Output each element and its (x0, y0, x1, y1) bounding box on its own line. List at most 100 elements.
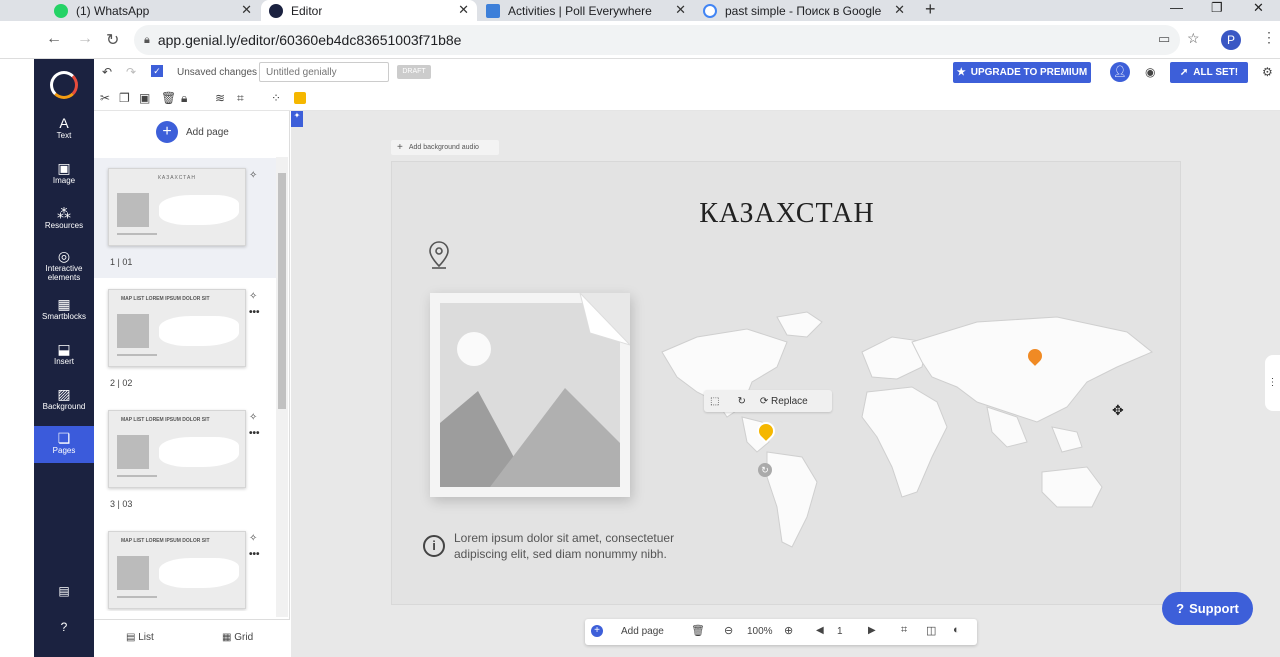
forward-icon[interactable]: → (77, 30, 93, 48)
thumbnail-picture (117, 314, 149, 348)
page-thumbnail-2[interactable]: MAP LIST LOREM IPSUM DOLOR SIT ✧ ••• 2 |… (94, 279, 276, 399)
add-user-button[interactable]: 👤︎ (1110, 62, 1130, 82)
settings-gear-icon[interactable]: ⚙ (1262, 65, 1273, 79)
nav-text[interactable]: A Text (34, 116, 94, 140)
current-page[interactable]: 1 (837, 626, 843, 637)
slide-title[interactable]: КАЗАХСТАН (392, 198, 1182, 230)
page-thumbnail-3[interactable]: MAP LIST LOREM IPSUM DOLOR SIT ✧ ••• 3 |… (94, 400, 276, 520)
close-icon[interactable]: ✕ (894, 2, 905, 18)
magic-wand-icon[interactable]: ✧ (249, 170, 257, 181)
layers-icon[interactable]: ≋ (215, 91, 225, 105)
tab-title: past simple - Поиск в Google (725, 3, 882, 18)
pages-panel: + Add page КАЗАХСТАН ✧ 1 | 01 MAP LIST L… (94, 111, 290, 657)
lock-element-icon[interactable]: 🔒︎ (181, 91, 187, 106)
help-icon[interactable]: ? (34, 621, 94, 633)
prev-page-icon[interactable]: ◀ (816, 625, 824, 636)
rotate-icon[interactable]: ↻ (737, 396, 745, 407)
more-options-icon[interactable]: ••• (249, 428, 260, 439)
nav-image[interactable]: ▣ Image (34, 161, 94, 185)
tab-grid[interactable]: ▦ Grid (222, 632, 253, 643)
add-page-button[interactable]: + Add page (156, 121, 229, 143)
nav-smartblocks[interactable]: ▦ Smartblocks (34, 297, 94, 321)
minimize-icon[interactable]: — (1170, 0, 1183, 15)
tab-editor[interactable]: Editor ✕ (261, 0, 477, 21)
align-icon[interactable]: ⌗ (237, 91, 244, 106)
scrollbar-thumb[interactable] (278, 173, 286, 409)
tab-google[interactable]: past simple - Поиск в Google ✕ (695, 0, 913, 21)
cut-icon[interactable]: ✂ (100, 91, 110, 105)
add-page-bottom-button[interactable]: Add page (621, 626, 664, 637)
install-app-icon[interactable]: ▭ (1158, 31, 1170, 47)
page-thumbnail-4[interactable]: MAP LIST LOREM IPSUM DOLOR SIT ✧ ••• (94, 521, 276, 611)
close-icon[interactable]: ✕ (675, 2, 686, 18)
next-page-icon[interactable]: ▶ (868, 625, 876, 636)
nav-pages[interactable]: ❏ Pages (34, 426, 94, 463)
close-window-icon[interactable]: ✕ (1253, 0, 1264, 16)
add-page-plus-icon[interactable]: + (591, 625, 603, 637)
thumbnail-map (159, 437, 239, 467)
rotate-handle-icon[interactable]: ↻ (758, 463, 772, 477)
autosave-checkbox[interactable]: ✓ (151, 65, 163, 77)
redo-icon[interactable]: ↷ (126, 65, 136, 79)
tab-whatsapp[interactable]: (1) WhatsApp ✕ (46, 0, 260, 21)
slide-body-text[interactable]: Lorem ipsum dolor sit amet, consectetuer… (454, 530, 714, 562)
browser-menu-icon[interactable]: ⋮ (1262, 29, 1276, 46)
thumbnail-picture (117, 193, 149, 227)
location-pin-icon[interactable] (429, 240, 449, 270)
genially-logo[interactable] (50, 71, 78, 99)
magic-wand-icon[interactable]: ✧ (249, 533, 257, 544)
grid-toggle-icon[interactable]: ⌗ (901, 624, 907, 637)
magic-wand-icon[interactable]: ✧ (249, 412, 257, 423)
panel-view-tabs: ▤ List ▦ Grid (94, 619, 290, 657)
color-swatch[interactable] (294, 92, 306, 104)
tab-title: (1) WhatsApp (76, 3, 150, 18)
nav-interactive-elements[interactable]: ◎ Interactive elements (34, 249, 94, 282)
reload-icon[interactable]: ↻ (106, 30, 119, 50)
nav-resources[interactable]: ⁂ Resources (34, 206, 94, 230)
right-panel-toggle[interactable]: ⋮ (1265, 355, 1280, 411)
crop-icon[interactable]: ⬚ (710, 396, 719, 407)
new-tab-button[interactable]: + (925, 0, 936, 18)
panel-scrollbar[interactable] (276, 157, 288, 617)
copy-icon[interactable]: ❐ (119, 91, 130, 105)
pin-panel-icon[interactable]: ✦ (291, 111, 303, 127)
more-options-icon[interactable]: ••• (249, 307, 260, 318)
tab-poll-everywhere[interactable]: Activities | Poll Everywhere ✕ (478, 0, 694, 21)
title-input[interactable] (259, 62, 389, 82)
page-thumbnail-1[interactable]: КАЗАХСТАН ✧ 1 | 01 (94, 158, 276, 278)
tab-list[interactable]: ▤ List (126, 632, 154, 643)
briefcase-icon[interactable]: ▤ (34, 585, 94, 597)
url-field[interactable]: 🔒︎ app.genial.ly/editor/60360eb4dc836510… (134, 25, 1180, 55)
zoom-out-icon[interactable]: ⊖ (724, 624, 733, 637)
image-placeholder[interactable] (430, 291, 632, 497)
nav-background[interactable]: ▨ Background (34, 387, 94, 411)
world-map[interactable] (657, 307, 1157, 557)
all-set-button[interactable]: ➚ ALL SET! (1170, 62, 1248, 83)
allset-label: ALL SET! (1193, 67, 1239, 78)
delete-icon[interactable]: 🗑︎ (161, 91, 176, 105)
restore-icon[interactable]: ❐ (1211, 0, 1223, 16)
close-icon[interactable]: ✕ (241, 2, 252, 18)
preview-eye-icon[interactable]: ◉ (1145, 65, 1155, 79)
nav-insert[interactable]: ⬓ Insert (34, 341, 94, 366)
more-options-icon[interactable]: ••• (249, 549, 260, 560)
undo-icon[interactable]: ↶ (102, 65, 112, 79)
back-icon[interactable]: ← (46, 30, 62, 48)
add-background-audio-button[interactable]: + Add background audio (391, 140, 499, 155)
replace-button[interactable]: ⟳ Replace (760, 396, 808, 407)
profile-avatar[interactable]: P (1221, 30, 1241, 50)
theme-icon[interactable]: ◐ (953, 624, 960, 636)
support-button[interactable]: ? Support (1162, 592, 1253, 625)
insert-icon: ⬓ (57, 341, 71, 357)
magic-wand-icon[interactable]: ✧ (249, 291, 257, 302)
bookmark-star-icon[interactable]: ☆ (1187, 30, 1200, 47)
close-icon[interactable]: ✕ (458, 2, 469, 18)
transparency-icon[interactable]: ⁘ (271, 91, 281, 105)
delete-page-icon[interactable]: 🗑︎ (691, 624, 705, 637)
split-view-icon[interactable]: ◫ (926, 624, 936, 637)
upgrade-premium-button[interactable]: ★ UPGRADE TO PREMIUM (953, 62, 1091, 83)
slide[interactable]: КАЗАХСТАН ⬚ ↻ ⟳ Replace ↻ ✥ i Lorem ipsu… (391, 161, 1181, 605)
zoom-in-icon[interactable]: ⊕ (784, 624, 793, 637)
paste-icon[interactable]: ▣ (139, 91, 150, 105)
info-icon[interactable]: i (423, 535, 445, 557)
